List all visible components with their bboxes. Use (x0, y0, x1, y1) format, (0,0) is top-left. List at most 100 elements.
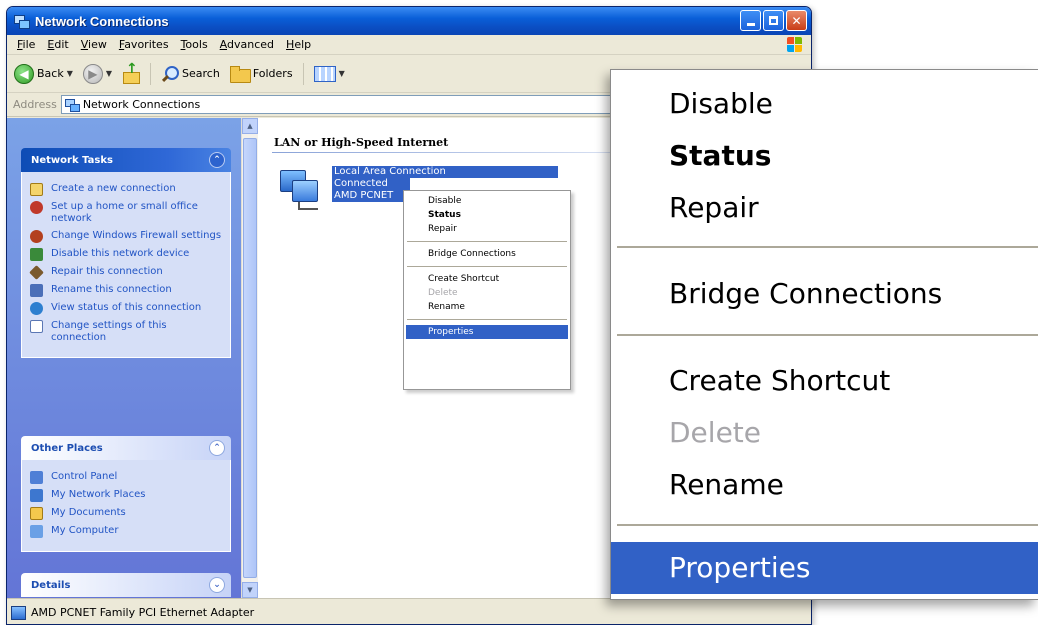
maximize-button[interactable] (763, 10, 784, 31)
address-label: Address (13, 98, 57, 111)
connection-device: AMD PCNET (332, 190, 410, 202)
vertical-scrollbar[interactable]: ▲ ▼ (241, 118, 258, 598)
minimize-button[interactable] (740, 10, 761, 31)
task-firewall-settings[interactable]: Change Windows Firewall settings (30, 230, 224, 243)
network-places-icon (30, 489, 43, 502)
collapse-icon[interactable]: ⌃ (209, 152, 225, 168)
ctx-bridge-connections[interactable]: Bridge Connections (406, 247, 568, 261)
network-tasks-title: Network Tasks (31, 154, 113, 166)
ctx-disable[interactable]: Disable (406, 194, 568, 208)
zoom-rename[interactable]: Rename (611, 459, 1038, 511)
folder-icon (229, 65, 251, 83)
place-control-panel[interactable]: Control Panel (30, 471, 224, 484)
toolbar-separator (150, 62, 152, 85)
views-button[interactable]: ▼ (311, 64, 348, 84)
menu-bar: File Edit View Favorites Tools Advanced … (7, 35, 811, 55)
menu-file[interactable]: File (11, 38, 41, 51)
ctx-create-shortcut[interactable]: Create Shortcut (406, 272, 568, 286)
search-label: Search (182, 67, 220, 80)
zoom-separator (617, 334, 1038, 336)
connection-name: Local Area Connection (332, 166, 558, 178)
network-connections-icon (64, 98, 80, 112)
place-my-network-places[interactable]: My Network Places (30, 489, 224, 502)
network-connections-icon (13, 13, 30, 29)
close-button[interactable]: ✕ (786, 10, 807, 31)
rename-icon (30, 284, 43, 297)
home-network-icon (30, 201, 43, 214)
menu-tools[interactable]: Tools (175, 38, 214, 51)
ctx-status[interactable]: Status (406, 208, 568, 222)
task-disable-device[interactable]: Disable this network device (30, 248, 224, 261)
scroll-down-button[interactable]: ▼ (242, 582, 258, 598)
firewall-icon (30, 230, 43, 243)
task-change-settings[interactable]: Change settings of this connection (30, 320, 224, 344)
ctx-rename[interactable]: Rename (406, 300, 568, 314)
menu-view[interactable]: View (75, 38, 113, 51)
zoom-separator (617, 246, 1038, 248)
zoom-properties[interactable]: Properties (611, 542, 1038, 594)
task-pane: Network Tasks ⌃ Create a new connection … (7, 118, 241, 598)
zoom-bridge-connections[interactable]: Bridge Connections (611, 268, 1038, 320)
ctx-repair[interactable]: Repair (406, 222, 568, 236)
lan-connection-icon[interactable] (280, 170, 324, 214)
address-value: Network Connections (82, 98, 201, 111)
task-create-connection[interactable]: Create a new connection (30, 183, 224, 196)
details-panel: Details ⌄ (21, 573, 231, 597)
group-heading: LAN or High-Speed Internet (274, 136, 449, 149)
place-my-documents[interactable]: My Documents (30, 507, 224, 520)
task-home-network[interactable]: Set up a home or small office network (30, 201, 224, 225)
title-bar[interactable]: Network Connections ✕ (7, 7, 811, 35)
expand-icon[interactable]: ⌄ (209, 577, 225, 593)
zoom-create-shortcut[interactable]: Create Shortcut (611, 355, 1038, 407)
details-header[interactable]: Details ⌄ (21, 573, 231, 597)
task-view-status[interactable]: View status of this connection (30, 302, 224, 315)
folders-button[interactable]: Folders (227, 64, 296, 84)
forward-button[interactable]: ▶ ▼ (80, 62, 115, 86)
ctx-properties[interactable]: Properties (406, 325, 568, 339)
ctx-separator (407, 241, 567, 242)
scroll-up-button[interactable]: ▲ (242, 118, 258, 134)
back-button[interactable]: ◀ Back ▼ (11, 62, 76, 86)
chevron-down-icon: ▼ (105, 69, 113, 78)
search-button[interactable]: Search (158, 63, 223, 85)
other-places-header[interactable]: Other Places ⌃ (21, 436, 231, 460)
place-my-computer[interactable]: My Computer (30, 525, 224, 538)
menu-help[interactable]: Help (280, 38, 317, 51)
menu-favorites[interactable]: Favorites (113, 38, 175, 51)
other-places-panel: Other Places ⌃ Control Panel My Network … (21, 436, 231, 552)
zoom-disable[interactable]: Disable (611, 78, 1038, 130)
windows-logo-icon (787, 37, 803, 53)
repair-icon (29, 265, 44, 280)
network-tasks-header[interactable]: Network Tasks ⌃ (21, 148, 231, 172)
new-connection-icon (30, 183, 43, 196)
folders-label: Folders (252, 67, 293, 80)
toolbar-separator (302, 62, 304, 85)
connection-status: Connected (332, 178, 410, 190)
task-repair-connection[interactable]: Repair this connection (29, 265, 224, 280)
zoom-status[interactable]: Status (611, 130, 1038, 182)
control-panel-icon (30, 471, 43, 484)
menu-advanced[interactable]: Advanced (214, 38, 280, 51)
zoom-delete: Delete (669, 416, 761, 449)
search-icon (161, 65, 180, 83)
scroll-thumb[interactable] (243, 138, 257, 578)
task-rename-connection[interactable]: Rename this connection (30, 284, 224, 297)
other-places-list: Control Panel My Network Places My Docum… (21, 460, 231, 552)
details-title: Details (31, 579, 71, 591)
window-title: Network Connections (35, 13, 169, 29)
other-places-title: Other Places (31, 442, 103, 454)
zoom-repair[interactable]: Repair (611, 182, 1038, 234)
zoom-separator (617, 524, 1038, 526)
views-icon (313, 65, 336, 82)
disable-device-icon (30, 248, 43, 261)
close-icon: ✕ (791, 13, 802, 28)
forward-arrow-icon: ▶ (82, 63, 103, 84)
up-folder-button[interactable] (119, 61, 143, 85)
network-tasks-list: Create a new connection Set up a home or… (21, 172, 231, 358)
status-icon (30, 302, 43, 315)
minimize-icon (746, 23, 755, 26)
collapse-icon[interactable]: ⌃ (209, 440, 225, 456)
menu-edit[interactable]: Edit (41, 38, 74, 51)
chevron-down-icon: ▼ (338, 69, 345, 78)
status-bar: AMD PCNET Family PCI Ethernet Adapter (7, 598, 811, 624)
